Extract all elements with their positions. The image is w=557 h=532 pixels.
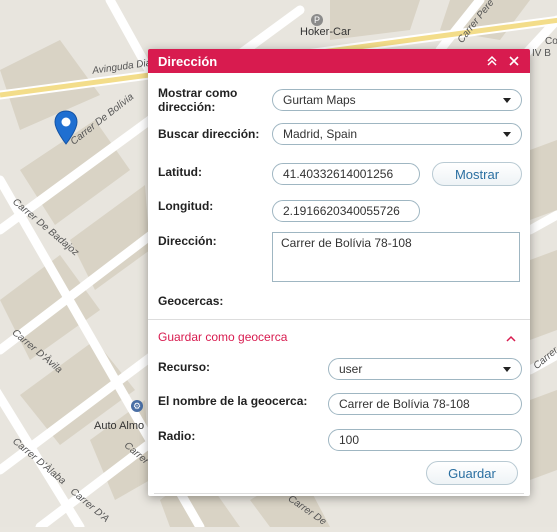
collapse-icon[interactable] [484, 53, 500, 69]
street-edge-co: Co [545, 36, 557, 47]
search-address-label: Buscar dirección: [158, 127, 260, 141]
geofence-name-input[interactable]: Carrer de Bolívia 78-108 [328, 393, 522, 415]
car-service-icon: ⚙ [131, 400, 143, 412]
latitude-label: Latitud: [158, 165, 202, 179]
close-icon[interactable] [506, 53, 522, 69]
geofence-name-label: El nombre de la geocerca: [158, 394, 308, 408]
bottom-divider [154, 493, 524, 494]
resource-value: user [339, 362, 363, 376]
show-as-address-select[interactable]: Gurtam Maps [272, 89, 522, 111]
show-as-address-value: Gurtam Maps [283, 93, 356, 107]
street-edge-b: IV B [532, 48, 551, 59]
save-as-geofence-title[interactable]: Guardar como geocerca [158, 330, 287, 344]
save-button[interactable]: Guardar [426, 461, 518, 485]
radius-value: 100 [339, 433, 360, 447]
show-as-address-label: Mostrar como dirección: [158, 86, 238, 114]
chevron-up-icon[interactable] [506, 330, 516, 348]
latitude-value: 41.40332614001256 [283, 167, 394, 181]
poi-hoker-car: Hoker-Car [300, 26, 351, 38]
chevron-down-icon [503, 131, 511, 137]
section-divider [148, 319, 530, 320]
geofence-name-value: Carrer de Bolívia 78-108 [339, 397, 470, 411]
latitude-input[interactable]: 41.40332614001256 [272, 163, 420, 185]
poi-auto-almo: Auto Almo [94, 420, 145, 432]
address-label: Dirección: [158, 234, 217, 248]
address-dialog: Dirección Mostrar como dirección: Gurtam… [148, 49, 530, 496]
location-pin-icon[interactable] [53, 110, 79, 146]
longitude-value: 2.1916620340055726 [283, 204, 400, 218]
geofences-label: Geocercas: [158, 294, 224, 308]
show-button[interactable]: Mostrar [432, 162, 522, 186]
radius-label: Radio: [158, 429, 196, 443]
resource-select[interactable]: user [328, 358, 522, 380]
parking-icon: P [311, 14, 323, 26]
longitude-input[interactable]: 2.1916620340055726 [272, 200, 420, 222]
address-textarea[interactable]: Carrer de Bolívia 78-108 [272, 232, 520, 282]
longitude-label: Longitud: [158, 199, 214, 213]
chevron-down-icon [503, 97, 511, 103]
resource-label: Recurso: [158, 360, 211, 374]
chevron-down-icon [503, 366, 511, 372]
dialog-title: Dirección [158, 53, 218, 69]
dialog-header[interactable]: Dirección [148, 49, 530, 73]
radius-input[interactable]: 100 [328, 429, 522, 451]
search-address-value: Madrid, Spain [283, 127, 358, 141]
search-address-select[interactable]: Madrid, Spain [272, 123, 522, 145]
